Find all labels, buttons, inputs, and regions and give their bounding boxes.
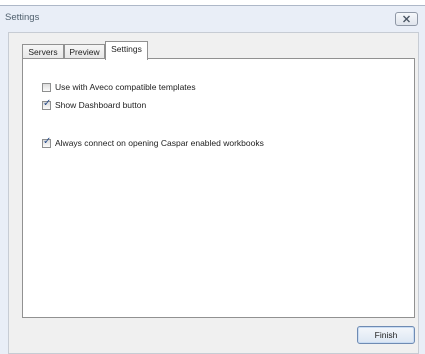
- tab-preview[interactable]: Preview: [64, 44, 105, 59]
- finish-button[interactable]: Finish: [357, 326, 415, 344]
- tab-settings[interactable]: Settings: [105, 41, 148, 60]
- always-connect-checkbox[interactable]: ✓: [42, 135, 52, 148]
- close-icon: [403, 15, 410, 23]
- option-aveco-templates[interactable]: Use with Aveco compatible templates: [42, 82, 196, 92]
- show-dashboard-checkbox[interactable]: ✓: [42, 97, 52, 110]
- aveco-templates-label: Use with Aveco compatible templates: [55, 82, 196, 92]
- option-show-dashboard[interactable]: ✓ Show Dashboard button: [42, 97, 147, 110]
- checkmark-icon: ✓: [43, 135, 52, 147]
- option-always-connect[interactable]: ✓ Always connect on opening Caspar enabl…: [42, 135, 264, 148]
- show-dashboard-label: Show Dashboard button: [55, 100, 147, 110]
- checkmark-icon: ✓: [43, 97, 52, 109]
- always-connect-label: Always connect on opening Caspar enabled…: [55, 138, 264, 148]
- window-title: Settings: [5, 12, 40, 23]
- tab-servers[interactable]: Servers: [22, 44, 64, 59]
- aveco-templates-checkbox[interactable]: [42, 82, 51, 92]
- close-button[interactable]: [395, 12, 418, 26]
- settings-tab-panel: [22, 58, 415, 318]
